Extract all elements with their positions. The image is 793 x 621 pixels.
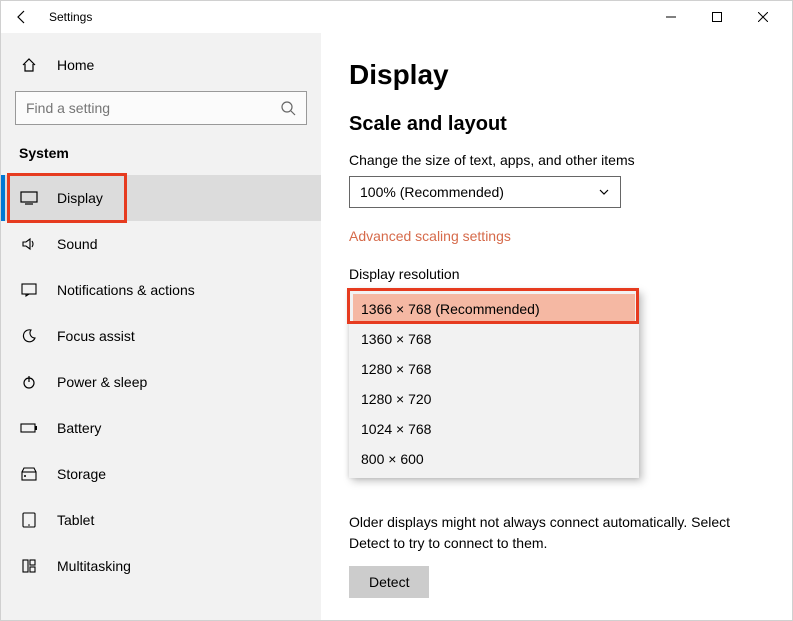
sidebar-item-label: Sound [57,236,97,252]
content-area: Display Scale and layout Change the size… [321,33,792,620]
sidebar-item-label: Multitasking [57,558,131,574]
storage-icon [19,467,39,481]
titlebar: Settings [1,1,792,33]
resolution-option[interactable]: 1366 × 768 (Recommended) [353,294,635,324]
sidebar-item-label: Power & sleep [57,374,147,390]
scale-value: 100% (Recommended) [360,184,504,200]
power-icon [19,374,39,390]
maximize-button[interactable] [694,2,740,32]
chevron-down-icon [598,186,610,198]
sidebar-item-label: Focus assist [57,328,135,344]
sidebar-item-label: Battery [57,420,101,436]
resolution-option[interactable]: 1360 × 768 [353,324,635,354]
battery-icon [19,422,39,434]
nav-list: Display Sound Notifications & actions [1,175,321,589]
window-title: Settings [49,10,92,24]
moon-icon [19,328,39,344]
sidebar: Home System Display [1,33,321,620]
tablet-icon [19,512,39,528]
sidebar-item-label: Notifications & actions [57,282,195,298]
minimize-button[interactable] [648,2,694,32]
sidebar-item-power[interactable]: Power & sleep [1,359,321,405]
sidebar-item-tablet[interactable]: Tablet [1,497,321,543]
section-title: System [1,139,321,175]
sidebar-item-focus-assist[interactable]: Focus assist [1,313,321,359]
home-label: Home [57,57,94,73]
multitasking-icon [19,559,39,573]
sidebar-item-label: Display [57,190,103,206]
sidebar-item-display[interactable]: Display [1,175,321,221]
resolution-option[interactable]: 1024 × 768 [353,414,635,444]
sidebar-item-sound[interactable]: Sound [1,221,321,267]
resolution-dropdown: 1366 × 768 (Recommended) 1360 × 768 1280… [349,290,639,478]
sidebar-item-storage[interactable]: Storage [1,451,321,497]
advanced-scaling-link[interactable]: Advanced scaling settings [349,228,511,244]
section-heading: Scale and layout [349,113,764,136]
sidebar-item-multitasking[interactable]: Multitasking [1,543,321,589]
resolution-option[interactable]: 1280 × 720 [353,384,635,414]
advanced-display-link[interactable]: Advanced display settings [349,618,511,620]
scale-label: Change the size of text, apps, and other… [349,152,764,168]
notifications-icon [19,282,39,298]
settings-window: Settings Home System [0,0,793,621]
search-box[interactable] [15,91,307,125]
search-input[interactable] [26,100,280,116]
sound-icon [19,236,39,252]
detect-button[interactable]: Detect [349,566,429,598]
search-icon [280,100,296,116]
sidebar-item-notifications[interactable]: Notifications & actions [1,267,321,313]
close-button[interactable] [740,2,786,32]
sidebar-item-label: Tablet [57,512,94,528]
resolution-option[interactable]: 800 × 600 [353,444,635,474]
home-icon [19,57,39,73]
back-button[interactable] [7,2,37,32]
resolution-option[interactable]: 1280 × 768 [353,354,635,384]
sidebar-item-battery[interactable]: Battery [1,405,321,451]
sidebar-item-label: Storage [57,466,106,482]
home-nav[interactable]: Home [1,45,321,85]
monitor-icon [19,191,39,205]
page-title: Display [349,59,764,91]
scale-select[interactable]: 100% (Recommended) [349,176,621,208]
older-displays-text: Older displays might not always connect … [349,512,764,554]
resolution-label: Display resolution [349,266,764,282]
window-body: Home System Display [1,33,792,620]
